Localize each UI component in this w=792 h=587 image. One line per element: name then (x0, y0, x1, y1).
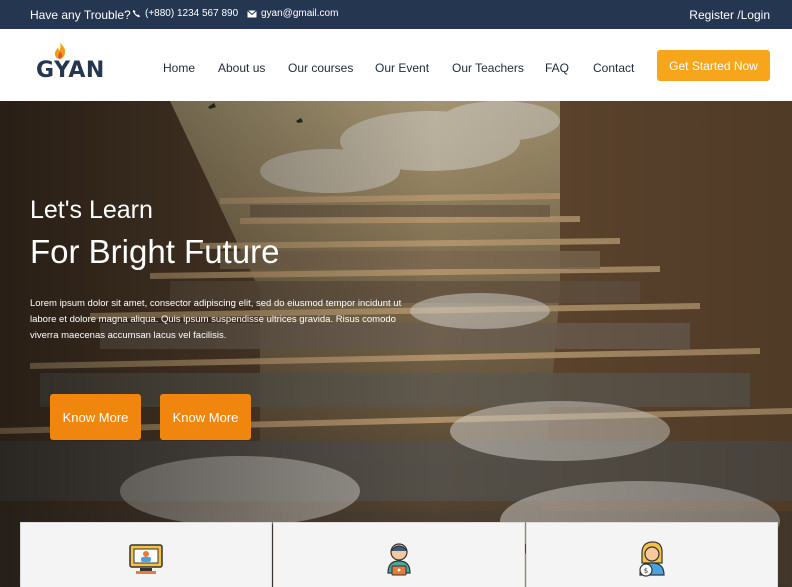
nav-teachers[interactable]: Our Teachers (452, 61, 524, 75)
phone-icon (132, 9, 141, 18)
get-started-button[interactable]: Get Started Now (657, 50, 770, 81)
email-address: gyan@gmail.com (261, 8, 339, 19)
feature-card-2[interactable] (273, 522, 525, 587)
nav-home[interactable]: Home (163, 61, 195, 75)
hero-description: Lorem ipsum dolor sit amet, consector ad… (30, 298, 402, 341)
main-navbar: GYAN Home About us Our courses Our Event… (0, 29, 792, 101)
nav-event[interactable]: Our Event (375, 61, 429, 75)
know-more-button-1[interactable]: Know More (50, 394, 141, 440)
hero-heading: For Bright Future (30, 233, 280, 270)
nav-contact[interactable]: Contact (593, 61, 634, 75)
logo-text: GYAN (36, 58, 105, 83)
top-bar: Have any Trouble? (+880) 1234 567 890 gy… (0, 0, 792, 29)
register-login-link[interactable]: Register /Login (689, 8, 770, 22)
computer-teacher-icon (129, 544, 163, 574)
logo[interactable]: GYAN (36, 42, 104, 83)
know-more-button-2[interactable]: Know More (160, 394, 251, 440)
nav-about[interactable]: About us (218, 61, 265, 75)
trouble-text: Have any Trouble? (30, 8, 131, 22)
envelope-icon (247, 9, 257, 17)
hero-section: Let's Learn For Bright Future Lorem ipsu… (0, 101, 792, 587)
svg-text:$: $ (644, 567, 648, 575)
support-agent-icon (387, 543, 411, 576)
feature-card-3[interactable]: $ (526, 522, 778, 587)
phone-number: (+880) 1234 567 890 (145, 8, 239, 19)
feature-card-1[interactable] (20, 522, 272, 587)
nav-courses[interactable]: Our courses (288, 61, 353, 75)
email-contact[interactable]: gyan@gmail.com (247, 8, 338, 19)
hero-library-image (0, 101, 792, 587)
hero-subheading: Let's Learn (30, 196, 153, 224)
nav-faq[interactable]: FAQ (545, 61, 569, 75)
phone-contact[interactable]: (+880) 1234 567 890 (132, 8, 238, 19)
student-icon: $ (639, 541, 665, 577)
